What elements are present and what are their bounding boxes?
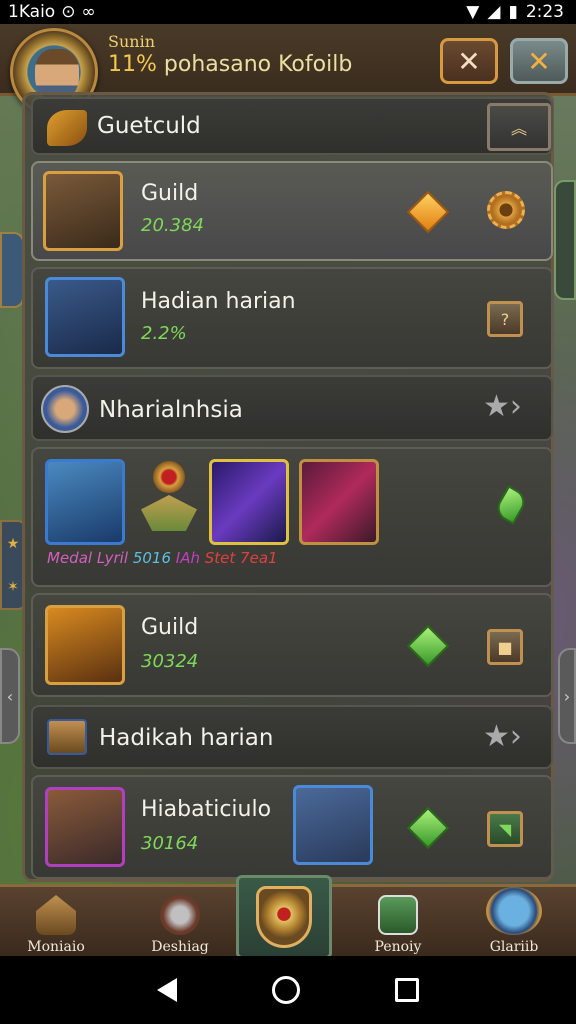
- right-side-tab[interactable]: [554, 180, 576, 300]
- axe-icon: [160, 895, 200, 935]
- chevron-right-icon: ›: [563, 686, 571, 706]
- app-icon: ∞: [81, 2, 96, 22]
- list-item[interactable]: Hadian harian 2.2% ?: [31, 267, 553, 369]
- top-header: Sunin 11% pohasano Kofoilb ✕ ✕: [0, 24, 576, 116]
- star-next-icon[interactable]: ★›: [483, 389, 522, 424]
- guild-list-panel[interactable]: Guetculd ︽ Guild 20.384 Hadian harian 2.…: [22, 92, 554, 882]
- equipment-row[interactable]: Medal Lyril 5016 IAh Stet 7ea1: [31, 447, 553, 587]
- system-navigation-bar: [0, 956, 576, 1024]
- nav-item-home[interactable]: Moniaio: [6, 887, 106, 959]
- crown-shield-item-icon[interactable]: [137, 461, 201, 541]
- nav-item-profile[interactable]: Glariib: [464, 887, 564, 959]
- section-title: Guetculd: [97, 113, 201, 139]
- section-header: Hadikah harian ★›: [31, 705, 553, 769]
- action-button[interactable]: ■: [487, 629, 523, 665]
- section-header: Guetculd ︽: [31, 97, 553, 155]
- equipment-caption: Medal Lyril 5016 IAh Stet 7ea1: [47, 549, 278, 567]
- caption-part: Medal Lyril: [47, 549, 129, 567]
- status-left-text: 1Kaio: [8, 2, 56, 22]
- nav-label: Deshiag: [151, 939, 209, 955]
- section-title: Hadikah harian: [99, 725, 274, 751]
- close-button[interactable]: ✕: [440, 38, 498, 84]
- signal-icon: ◢: [487, 2, 501, 22]
- caption-part: 5016: [132, 549, 171, 567]
- header-title-percent: 11%: [108, 52, 157, 77]
- section-title: Nharialnhsia: [99, 397, 243, 423]
- star-badge-icon: ★: [6, 535, 20, 552]
- left-side-tab[interactable]: [0, 232, 24, 308]
- leaf-emblem-icon: [47, 110, 87, 146]
- nav-label: Penoiy: [374, 939, 422, 955]
- leaf-icon: ◥: [498, 819, 512, 839]
- wifi-icon: ▼: [466, 2, 480, 22]
- home-icon[interactable]: [271, 976, 300, 1004]
- bottom-navigation: Moniaio Deshiag Penoiy Glariib: [0, 875, 576, 959]
- house-icon: [36, 895, 76, 935]
- chevron-up-icon: ︽: [510, 119, 527, 138]
- green-gem-icon: [406, 806, 450, 850]
- green-gem-icon: [406, 624, 450, 668]
- hero-portrait-icon: [486, 887, 542, 935]
- section-header: Nharialnhsia ★›: [31, 375, 553, 441]
- list-item-title: Guild: [141, 615, 199, 640]
- nav-label: Glariib: [489, 939, 539, 955]
- nav-item-guild[interactable]: [236, 875, 332, 959]
- nav-item-battle[interactable]: Deshiag: [130, 887, 230, 959]
- orange-arrow-icon: [406, 190, 450, 234]
- close-icon: ✕: [457, 44, 481, 78]
- golden-mace-item-icon[interactable]: [299, 459, 379, 545]
- settings-cog-button[interactable]: [487, 191, 525, 229]
- back-icon[interactable]: [157, 978, 178, 1002]
- nav-label: Moniaio: [27, 939, 85, 955]
- status-time: 2:23: [525, 2, 564, 22]
- map-icon: [378, 895, 418, 935]
- battery-icon: ▮: [508, 2, 518, 22]
- treasure-box-icon: [47, 719, 87, 755]
- scroll-icon: ?: [500, 309, 510, 329]
- list-item[interactable]: Hiabaticiulo 30164 ◥: [31, 775, 553, 879]
- star-badge-icon: ✶: [7, 578, 19, 595]
- cross-swords-icon: ✕: [527, 44, 551, 78]
- frame-icon: ■: [497, 637, 513, 657]
- scroll-left-button[interactable]: ‹: [0, 648, 20, 744]
- ranger-portrait-icon: [45, 787, 125, 867]
- header-title-text: pohasano Kofoilb: [163, 52, 353, 77]
- list-item-title: Hiabaticiulo: [141, 797, 272, 822]
- notification-icon: ⊙: [61, 2, 76, 22]
- caption-part: IAh: [175, 549, 200, 567]
- caption-part: Stet 7ea1: [204, 549, 278, 567]
- status-bar: 1Kaio ⊙ ∞ ▼ ◢ ▮ 2:23: [0, 0, 576, 24]
- list-item-value: 30324: [141, 651, 199, 672]
- header-subtitle: Sunin: [108, 32, 155, 51]
- recent-apps-icon[interactable]: [394, 978, 419, 1002]
- ice-armor-item-icon[interactable]: [45, 459, 125, 545]
- warrior-portrait-icon: [45, 605, 125, 685]
- hero-avatar-icon: [41, 385, 89, 433]
- scroll-right-button[interactable]: ›: [558, 648, 576, 744]
- nav-item-shop[interactable]: Penoiy: [348, 887, 448, 959]
- action-button[interactable]: ◥: [487, 811, 523, 847]
- crystal-sword-item-icon[interactable]: [209, 459, 289, 545]
- list-item[interactable]: Guild 20.384: [31, 161, 553, 261]
- collapse-button[interactable]: ︽: [487, 103, 551, 151]
- knight-portrait-icon: [45, 277, 125, 357]
- list-item-title: Hadian harian: [141, 289, 296, 314]
- confirm-button[interactable]: ✕: [510, 38, 568, 84]
- orc-portrait-icon[interactable]: [293, 785, 373, 865]
- list-item-value: 20.384: [141, 215, 204, 236]
- list-item-title: Guild: [141, 181, 199, 206]
- info-button[interactable]: ?: [487, 301, 523, 337]
- header-title: 11% pohasano Kofoilb: [108, 52, 352, 77]
- green-arrow-icon[interactable]: [492, 485, 530, 525]
- star-next-icon[interactable]: ★›: [483, 719, 522, 754]
- golem-portrait-icon: [43, 171, 123, 251]
- list-item-value: 2.2%: [141, 323, 187, 344]
- chevron-left-icon: ‹: [6, 686, 14, 706]
- list-item[interactable]: Guild 30324 ■: [31, 593, 553, 697]
- guild-shield-icon: [256, 886, 312, 948]
- list-item-value: 30164: [141, 833, 199, 854]
